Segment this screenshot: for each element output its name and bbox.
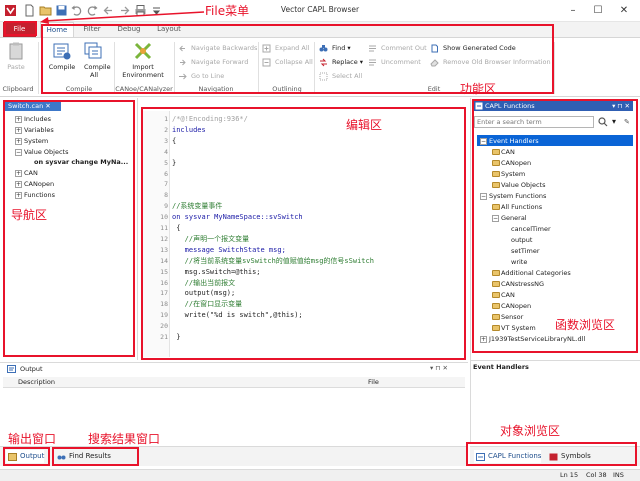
- annotation-function-browser: 函数浏览区: [555, 318, 616, 332]
- annotation-box-file-menu: [4, 21, 37, 36]
- group-separator: [38, 42, 39, 94]
- object-browser-title: Event Handlers: [473, 363, 529, 371]
- output-header-row: [3, 377, 465, 388]
- paste-button[interactable]: Paste: [3, 41, 29, 71]
- group-separator: [554, 42, 555, 94]
- output-pane: [0, 362, 468, 446]
- annotation-find-window: 搜索结果窗口: [88, 432, 161, 446]
- annotation-editor: 编辑区: [346, 118, 383, 132]
- close-button[interactable]: ✕: [614, 3, 634, 18]
- status-line: Ln 15: [560, 471, 579, 479]
- annotation-object-browser: 对象浏览区: [500, 424, 561, 438]
- annotation-box-function-browser: [472, 99, 638, 353]
- status-mode: INS: [613, 471, 624, 479]
- annotation-box-find-window: [52, 447, 139, 466]
- maximize-button[interactable]: ☐: [588, 3, 608, 18]
- output-col-file[interactable]: File: [368, 377, 379, 388]
- annotation-box-object-browser: [466, 442, 637, 466]
- paste-label: Paste: [7, 63, 25, 71]
- status-col: Col 38: [586, 471, 607, 479]
- output-title: Output: [20, 365, 43, 373]
- annotation-box-editor: [141, 107, 466, 360]
- group-label-clipboard: Clipboard: [2, 85, 34, 93]
- annotation-file-menu: File菜单: [205, 4, 250, 18]
- annotation-box-output-window: [3, 447, 50, 466]
- annotation-ribbon: 功能区: [460, 82, 497, 96]
- output-pane-controls[interactable]: ▾ ⊓ ✕: [430, 364, 448, 372]
- annotation-box-navigator: [3, 100, 135, 357]
- output-icon: [7, 365, 16, 373]
- output-col-description[interactable]: Description: [18, 377, 55, 388]
- status-bar: Ln 15 Col 38 INS: [0, 469, 640, 481]
- annotation-navigator: 导航区: [11, 208, 48, 222]
- clipboard-icon: [9, 42, 23, 60]
- minimize-button[interactable]: –: [563, 3, 583, 18]
- annotation-output-window: 输出窗口: [8, 432, 57, 446]
